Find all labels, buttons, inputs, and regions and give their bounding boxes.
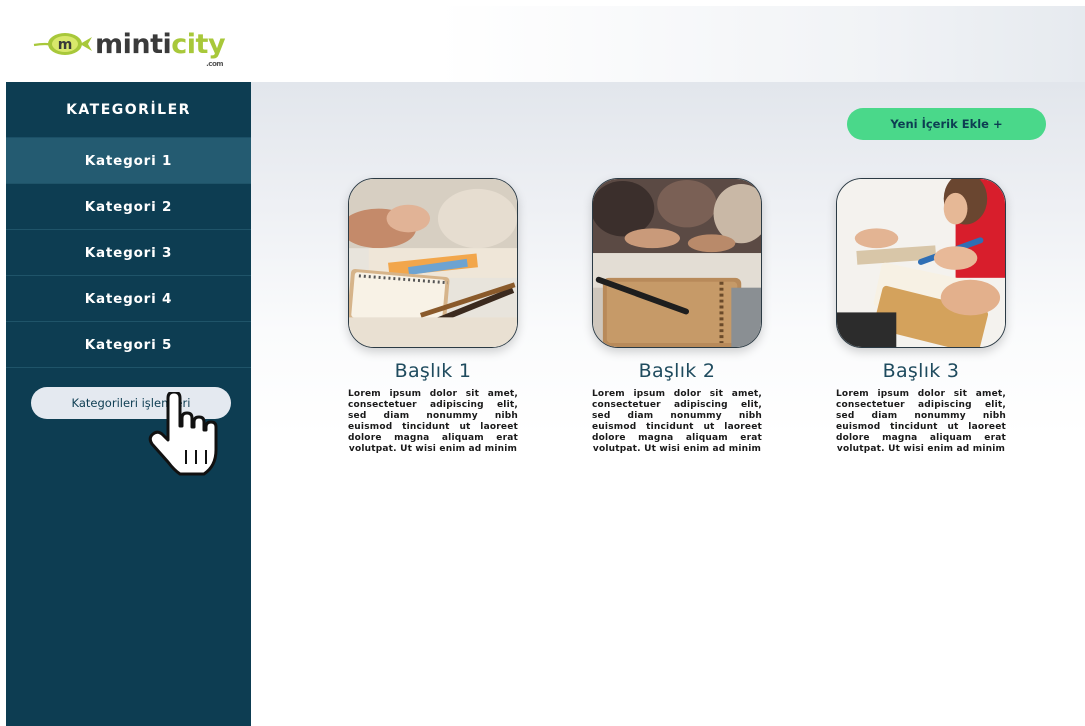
card-image-3[interactable] bbox=[836, 178, 1006, 348]
card-title-2: Başlık 2 bbox=[638, 360, 716, 382]
card-text-1: Lorem ipsum dolor sit amet, consectetuer… bbox=[348, 389, 518, 454]
card-text-3: Lorem ipsum dolor sit amet, consectetuer… bbox=[836, 389, 1006, 454]
study-photo-student-writing-icon bbox=[837, 179, 1005, 347]
content-card-2[interactable]: Başlık 2 Lorem ipsum dolor sit amet, con… bbox=[592, 178, 762, 455]
sidebar-item-kategori-4[interactable]: Kategori 4 bbox=[6, 276, 251, 322]
main-content: Yeni İçerik Ekle + Başlık 1 Lorem ipsum … bbox=[251, 82, 1085, 726]
sidebar-item-kategori-5[interactable]: Kategori 5 bbox=[6, 322, 251, 368]
study-photo-notebook-pen-icon bbox=[593, 179, 761, 347]
brand-domain-suffix: .com bbox=[206, 59, 224, 68]
sidebar-item-kategori-2[interactable]: Kategori 2 bbox=[6, 184, 251, 230]
hand-pointer-cursor-icon bbox=[148, 392, 218, 476]
card-image-1[interactable] bbox=[348, 178, 518, 348]
top-header: m minticity .com bbox=[6, 6, 1085, 82]
leaf-logo-icon: m bbox=[33, 33, 92, 55]
app-frame: m minticity .com KATEGORİLER Kategori 1 K… bbox=[6, 6, 1085, 726]
card-title-1: Başlık 1 bbox=[394, 360, 472, 382]
sidebar-title: KATEGORİLER bbox=[6, 82, 251, 138]
category-sidebar: KATEGORİLER Kategori 1 Kategori 2 Katego… bbox=[6, 82, 251, 726]
card-image-2[interactable] bbox=[592, 178, 762, 348]
brand-name: minticity .com bbox=[95, 28, 226, 68]
study-photo-notebook-pencils-icon bbox=[349, 179, 517, 347]
sidebar-item-kategori-1[interactable]: Kategori 1 bbox=[6, 138, 251, 184]
add-new-content-button[interactable]: Yeni İçerik Ekle + bbox=[847, 108, 1046, 140]
sidebar-item-kategori-3[interactable]: Kategori 3 bbox=[6, 230, 251, 276]
content-card-3[interactable]: Başlık 3 Lorem ipsum dolor sit amet, con… bbox=[836, 178, 1006, 455]
brand-name-part2: city bbox=[171, 28, 226, 60]
card-text-2: Lorem ipsum dolor sit amet, consectetuer… bbox=[592, 389, 762, 454]
brand-logo[interactable]: m minticity .com bbox=[32, 24, 226, 68]
card-title-3: Başlık 3 bbox=[882, 360, 960, 382]
brand-name-part1: minti bbox=[95, 28, 172, 60]
svg-text:m: m bbox=[58, 37, 73, 53]
content-card-1[interactable]: Başlık 1 Lorem ipsum dolor sit amet, con… bbox=[348, 178, 518, 455]
